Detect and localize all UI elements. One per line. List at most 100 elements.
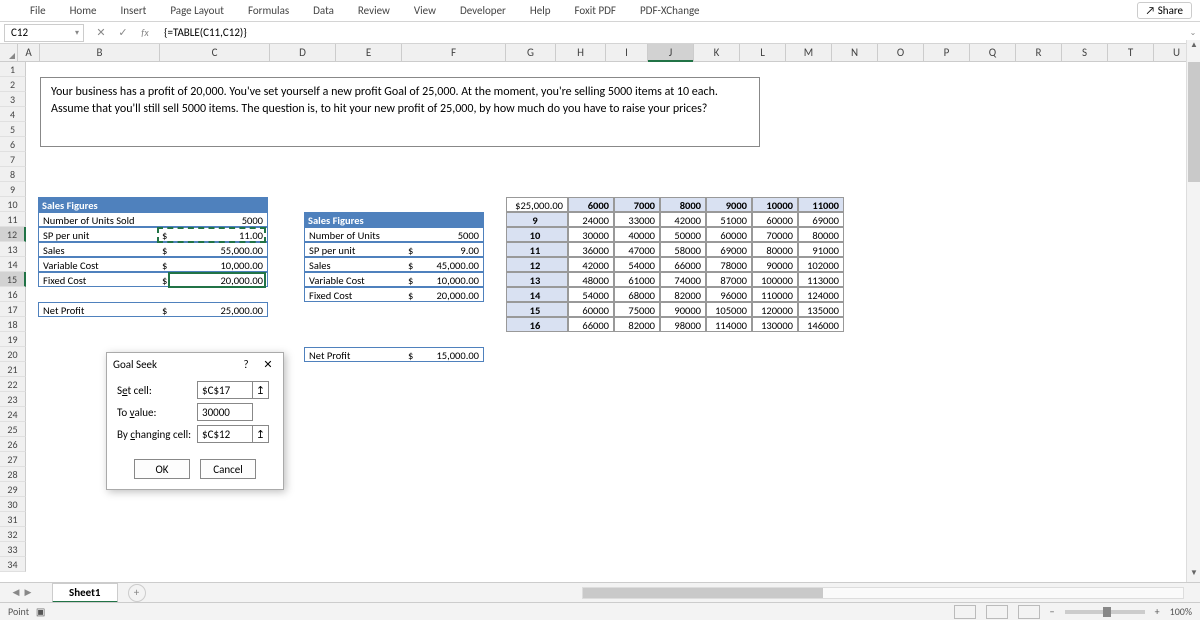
- scroll-up-icon[interactable]: ▲: [1187, 40, 1200, 54]
- table-header-cell[interactable]: 11000: [798, 197, 844, 212]
- ribbon-tab-help[interactable]: Help: [518, 0, 563, 22]
- row-header[interactable]: 1: [0, 62, 26, 77]
- sheet-nav-prev-icon[interactable]: ◀: [10, 587, 22, 598]
- vertical-scrollbar-thumb[interactable]: [1188, 62, 1200, 182]
- ribbon-tab-formulas[interactable]: Formulas: [236, 0, 301, 22]
- table-cell[interactable]: 91000: [798, 242, 844, 257]
- table-cell[interactable]: 69000: [798, 212, 844, 227]
- row-header[interactable]: 19: [0, 332, 26, 347]
- table-cell[interactable]: $55,000.00: [158, 242, 268, 257]
- column-header[interactable]: S: [1062, 44, 1108, 61]
- table-cell[interactable]: 82000: [614, 317, 660, 332]
- dialog-close-icon[interactable]: ✕: [259, 358, 277, 371]
- row-header[interactable]: 3: [0, 92, 26, 107]
- row-header[interactable]: 32: [0, 527, 26, 542]
- zoom-level[interactable]: 100%: [1170, 605, 1192, 618]
- row-header[interactable]: 11: [0, 212, 26, 227]
- table-cell[interactable]: 50000: [660, 227, 706, 242]
- table-cell[interactable]: $11.00: [158, 227, 268, 242]
- row-header[interactable]: 18: [0, 317, 26, 332]
- row-header[interactable]: 12: [0, 227, 26, 242]
- table-cell[interactable]: Net Profit: [38, 302, 158, 317]
- table-cell[interactable]: 66000: [568, 317, 614, 332]
- normal-view-icon[interactable]: [954, 605, 976, 619]
- table-cell[interactable]: 70000: [752, 227, 798, 242]
- table-cell[interactable]: 96000: [706, 287, 752, 302]
- table-cell[interactable]: 146000: [798, 317, 844, 332]
- table-header-cell[interactable]: 9000: [706, 197, 752, 212]
- table-cell[interactable]: $45,000.00: [404, 257, 484, 272]
- table-cell[interactable]: 30000: [568, 227, 614, 242]
- column-header[interactable]: O: [878, 44, 924, 61]
- row-header[interactable]: 17: [0, 302, 26, 317]
- select-all-corner[interactable]: [0, 44, 18, 61]
- table-cell[interactable]: 24000: [568, 212, 614, 227]
- row-header[interactable]: 2: [0, 77, 26, 92]
- row-header[interactable]: 9: [0, 182, 26, 197]
- column-header[interactable]: Q: [970, 44, 1016, 61]
- ribbon-tab-foxit-pdf[interactable]: Foxit PDF: [563, 0, 628, 22]
- column-header[interactable]: D: [270, 44, 336, 61]
- table-header-cell[interactable]: 12: [506, 257, 568, 272]
- table-cell[interactable]: SP per unit: [38, 227, 158, 242]
- table-cell[interactable]: 42000: [660, 212, 706, 227]
- table-cell[interactable]: 60000: [706, 227, 752, 242]
- table-cell[interactable]: 113000: [798, 272, 844, 287]
- column-header[interactable]: P: [924, 44, 970, 61]
- table-cell[interactable]: $10,000.00: [404, 272, 484, 287]
- table-cell[interactable]: $10,000.00: [158, 257, 268, 272]
- table-cell[interactable]: $25,000.00: [506, 197, 568, 212]
- table-cell[interactable]: $25,000.00: [158, 302, 268, 317]
- table-cell[interactable]: Fixed Cost: [38, 272, 158, 287]
- table-cell[interactable]: 61000: [614, 272, 660, 287]
- table-cell[interactable]: 82000: [660, 287, 706, 302]
- ribbon-tab-developer[interactable]: Developer: [448, 0, 518, 22]
- table-cell[interactable]: 90000: [660, 302, 706, 317]
- row-header[interactable]: 10: [0, 197, 26, 212]
- table-cell[interactable]: 33000: [614, 212, 660, 227]
- scroll-down-icon[interactable]: ▼: [1187, 568, 1200, 582]
- row-header[interactable]: 21: [0, 362, 26, 377]
- enter-formula-icon[interactable]: ✓: [112, 24, 134, 42]
- table-cell[interactable]: 90000: [752, 257, 798, 272]
- table-cell[interactable]: 36000: [568, 242, 614, 257]
- spreadsheet-grid[interactable]: 1234567891011121314151617181920212223242…: [0, 62, 1200, 582]
- table-cell[interactable]: Variable Cost: [38, 257, 158, 272]
- table-cell[interactable]: 66000: [660, 257, 706, 272]
- zoom-out-icon[interactable]: −: [1050, 605, 1055, 618]
- column-header[interactable]: M: [786, 44, 832, 61]
- column-header[interactable]: B: [40, 44, 160, 61]
- row-header[interactable]: 31: [0, 512, 26, 527]
- table-header-cell[interactable]: 11: [506, 242, 568, 257]
- table-cell[interactable]: 48000: [568, 272, 614, 287]
- table-cell[interactable]: 75000: [614, 302, 660, 317]
- ok-button[interactable]: OK: [134, 459, 190, 479]
- zoom-in-icon[interactable]: +: [1155, 605, 1160, 618]
- table-cell[interactable]: 80000: [752, 242, 798, 257]
- table-cell[interactable]: 98000: [660, 317, 706, 332]
- row-header[interactable]: 20: [0, 347, 26, 362]
- table-header-cell[interactable]: 6000: [568, 197, 614, 212]
- table-cell[interactable]: 42000: [568, 257, 614, 272]
- ribbon-tab-view[interactable]: View: [402, 0, 448, 22]
- row-header[interactable]: 27: [0, 452, 26, 467]
- table-cell[interactable]: 54000: [568, 287, 614, 302]
- row-header[interactable]: 28: [0, 467, 26, 482]
- column-header[interactable]: F: [402, 44, 506, 61]
- column-header[interactable]: A: [18, 44, 40, 61]
- row-header[interactable]: 16: [0, 287, 26, 302]
- row-header[interactable]: 6: [0, 137, 26, 152]
- ribbon-tab-pdf-xchange[interactable]: PDF-XChange: [628, 0, 712, 22]
- table-cell[interactable]: 54000: [614, 257, 660, 272]
- column-header[interactable]: G: [506, 44, 556, 61]
- table-cell[interactable]: 105000: [706, 302, 752, 317]
- to-value-input[interactable]: [197, 403, 253, 421]
- column-header[interactable]: N: [832, 44, 878, 61]
- table-cell[interactable]: 124000: [798, 287, 844, 302]
- table-cell[interactable]: Sales: [304, 257, 404, 272]
- table-header-cell[interactable]: 10000: [752, 197, 798, 212]
- ribbon-tab-review[interactable]: Review: [346, 0, 402, 22]
- table-cell[interactable]: Net Profit: [304, 347, 404, 362]
- ribbon-tab-file[interactable]: File: [18, 0, 58, 22]
- column-header[interactable]: J: [648, 44, 694, 61]
